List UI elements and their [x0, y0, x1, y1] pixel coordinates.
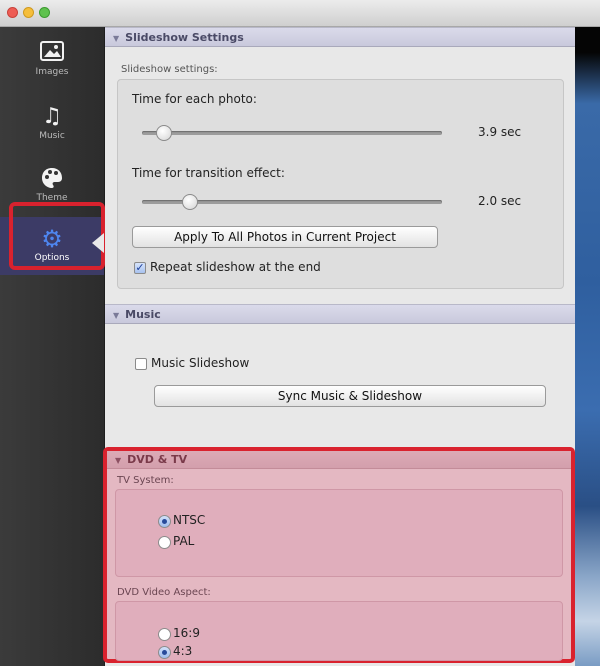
section-title: DVD & TV [127, 453, 188, 466]
pal-label: PAL [173, 534, 195, 548]
music-slideshow-label: Music Slideshow [151, 356, 250, 370]
pal-radio[interactable] [158, 536, 171, 549]
app-window: Images ♫ Music Theme ⚙ Options ▼ Slidesho… [0, 0, 600, 666]
transition-slider-knob[interactable] [181, 194, 198, 210]
disclosure-triangle-icon: ▼ [113, 34, 120, 43]
sidebar-item-label: Images [35, 67, 69, 77]
transition-time-value: 2.0 sec [478, 194, 522, 208]
dvd-aspect-label: DVD Video Aspect: [117, 587, 211, 598]
photo-time-label: Time for each photo: [132, 92, 257, 106]
minimize-window-button[interactable] [23, 7, 34, 18]
apply-to-all-button[interactable]: Apply To All Photos in Current Project [132, 226, 438, 248]
aspect-16-9-label: 16:9 [173, 626, 200, 640]
slideshow-settings-header[interactable]: ▼ Slideshow Settings [105, 27, 575, 47]
section-title: Slideshow Settings [125, 31, 244, 44]
close-window-button[interactable] [7, 7, 18, 18]
music-note-icon: ♫ [42, 104, 62, 129]
title-bar [0, 0, 600, 27]
photo-time-slider-knob[interactable] [156, 125, 173, 141]
tv-system-label: TV System: [117, 475, 174, 486]
aspect-4-3-label: 4:3 [173, 644, 193, 658]
dvd-tv-section: ▼ DVD & TV TV System: NTSC PAL DVD Video … [103, 447, 575, 663]
palette-icon [38, 167, 66, 191]
music-slideshow-checkbox[interactable] [135, 358, 147, 370]
tv-system-group: NTSC PAL [115, 489, 563, 577]
repeat-slideshow-checkbox[interactable]: ✓ [134, 262, 146, 274]
section-title: Music [125, 308, 161, 321]
dvd-aspect-group: 16:9 4:3 [115, 601, 563, 661]
photo-time-value: 3.9 sec [478, 125, 522, 139]
sidebar-item-label: Music [39, 131, 65, 141]
zoom-window-button[interactable] [39, 7, 50, 18]
slideshow-settings-group: Time for each photo: 3.9 sec Time for tr… [117, 79, 564, 289]
aspect-16-9-radio[interactable] [158, 628, 171, 641]
disclosure-triangle-icon: ▼ [115, 456, 122, 465]
dvd-tv-header[interactable]: ▼ DVD & TV [107, 451, 571, 469]
options-highlight-box [9, 202, 105, 270]
photo-time-slider-track[interactable] [142, 131, 442, 135]
transition-time-label: Time for transition effect: [132, 166, 285, 180]
slideshow-group-label: Slideshow settings: [121, 64, 218, 75]
sync-music-button[interactable]: Sync Music & Slideshow [154, 385, 546, 407]
ntsc-radio[interactable] [158, 515, 171, 528]
aspect-4-3-radio[interactable] [158, 646, 171, 659]
image-icon [38, 41, 66, 65]
photo-preview-strip [575, 27, 600, 666]
sidebar-item-music[interactable]: ♫ Music [0, 95, 104, 153]
repeat-slideshow-label: Repeat slideshow at the end [150, 260, 321, 274]
disclosure-triangle-icon: ▼ [113, 311, 120, 320]
music-header[interactable]: ▼ Music [105, 304, 575, 324]
selection-pointer [92, 233, 104, 253]
ntsc-label: NTSC [173, 513, 206, 527]
sidebar: Images ♫ Music Theme ⚙ Options [0, 27, 105, 666]
sidebar-item-images[interactable]: Images [0, 31, 104, 89]
